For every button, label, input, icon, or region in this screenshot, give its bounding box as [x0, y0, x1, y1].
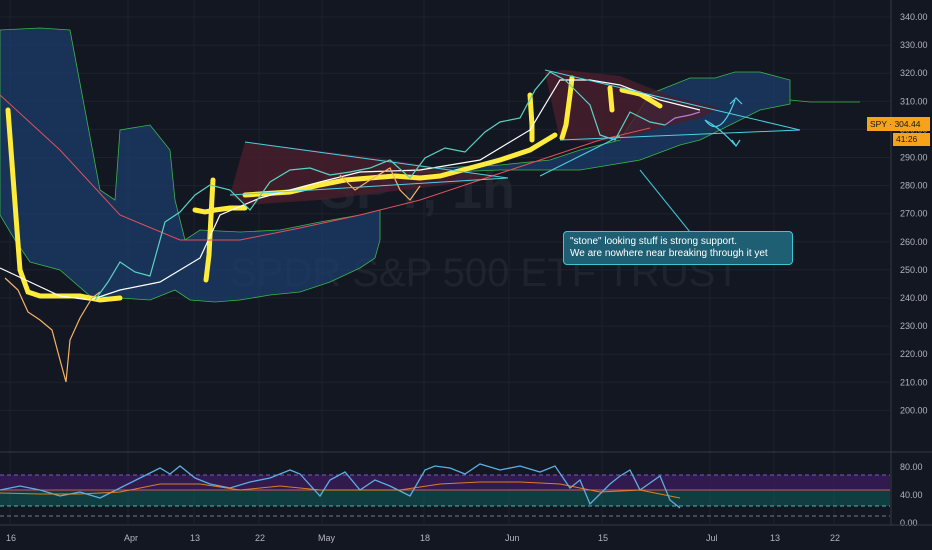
oscillator-pane: [0, 463, 890, 517]
oscillator-axis-label: 0.00: [900, 518, 918, 528]
time-axis-label: 13: [770, 533, 780, 543]
oscillator-axis: 80.00 40.00 0.00: [900, 462, 923, 528]
price-axis-label: 250.00: [900, 265, 928, 275]
price-axis-label: 280.00: [900, 181, 928, 191]
annotation-box[interactable]: "stone" looking stuff is strong support.…: [563, 231, 793, 265]
time-axis-label: 22: [255, 533, 265, 543]
time-axis-label: 16: [6, 533, 16, 543]
annotation-pointer: [639, 169, 691, 233]
time-axis-label: 18: [420, 533, 430, 543]
time-axis-label: 22: [830, 533, 840, 543]
last-price-tag: SPY · 304.44: [867, 117, 930, 131]
bar-countdown: 41:26: [893, 133, 930, 146]
price-axis-label: 230.00: [900, 321, 928, 331]
price-axis-label: 220.00: [900, 349, 928, 359]
last-price-value: 304.44: [894, 119, 921, 129]
last-price-symbol: SPY: [870, 119, 887, 129]
price-axis-label: 320.00: [900, 68, 928, 78]
time-axis-label: 15: [598, 533, 608, 543]
time-axis-label: Jun: [505, 533, 520, 543]
price-axis[interactable]: 340.00330.00320.00310.00300.00290.00280.…: [900, 12, 928, 415]
time-axis-label: Jul: [706, 533, 718, 543]
price-axis-label: 260.00: [900, 237, 928, 247]
time-axis-label: May: [318, 533, 336, 543]
price-axis-label: 240.00: [900, 293, 928, 303]
price-axis-label: 200.00: [900, 405, 928, 415]
time-axis-label: 13: [190, 533, 200, 543]
price-axis-label: 210.00: [900, 377, 928, 387]
price-axis-label: 290.00: [900, 153, 928, 163]
annotation-line-2: We are nowhere near breaking through it …: [570, 248, 768, 259]
price-axis-label: 340.00: [900, 12, 928, 22]
price-axis-label: 270.00: [900, 209, 928, 219]
time-axis-label: Apr: [124, 533, 138, 543]
annotation-line-1: "stone" looking stuff is strong support.: [570, 236, 738, 247]
oscillator-axis-label: 40.00: [900, 490, 923, 500]
oscillator-axis-label: 80.00: [900, 462, 923, 472]
chart-canvas[interactable]: SPY, 1h SPDR S&P 500 ETF TRUST 340.00330…: [0, 0, 932, 550]
time-axis[interactable]: 16 Apr 13 22 May 18 Jun 15 Jul 13 22: [6, 533, 840, 543]
price-axis-label: 310.00: [900, 96, 928, 106]
price-axis-label: 330.00: [900, 40, 928, 50]
